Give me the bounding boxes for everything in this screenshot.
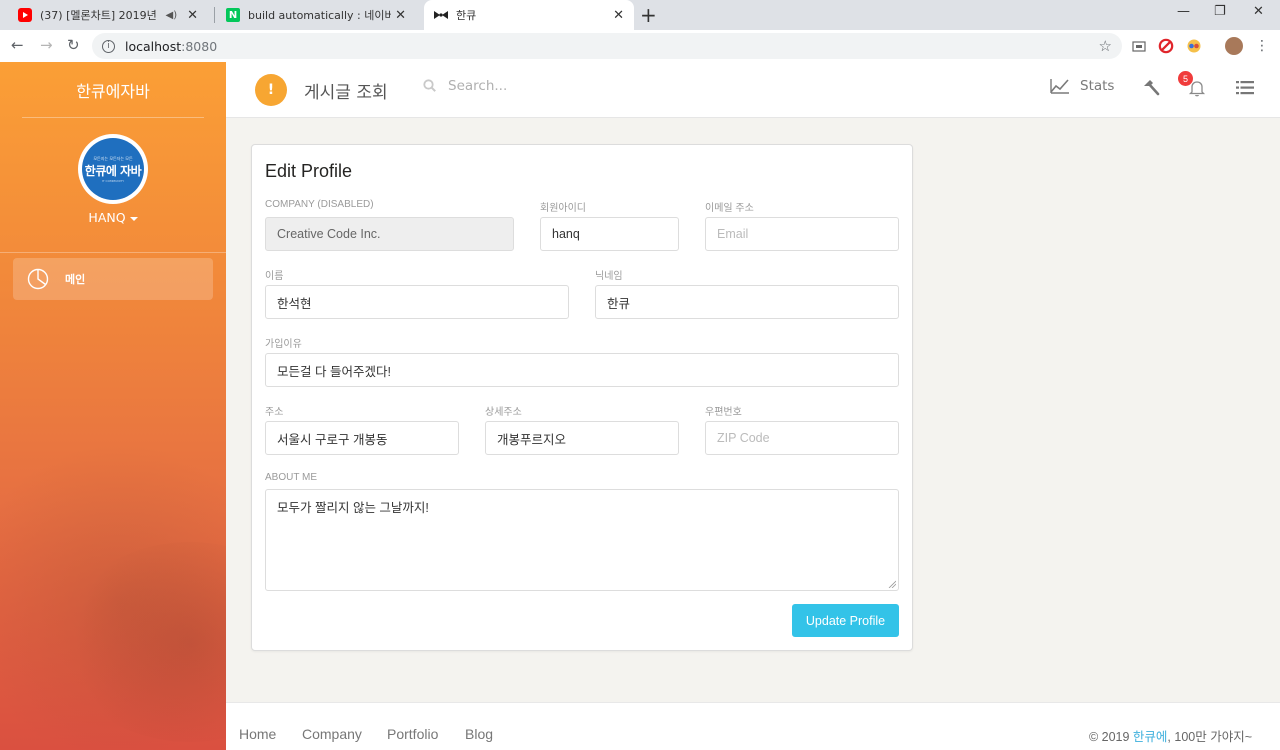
tab-strip: (37) [멜론차트] 2019년 11월 ◀) ✕ N build autom… (0, 0, 1280, 30)
footer: Home Company Portfolio Blog © 2019 한큐에, … (226, 702, 1280, 750)
notification-bell-icon[interactable]: 5 (1178, 71, 1209, 100)
sidebar-item-main[interactable]: 메인 (13, 258, 213, 300)
userid-field[interactable]: hanq (540, 217, 679, 251)
reason-label: 가입이유 (265, 339, 302, 350)
copyright-prefix: © 2019 (1088, 730, 1133, 744)
menu-kebab-icon[interactable]: ⋮ (1254, 38, 1270, 54)
reason-field[interactable]: 모든걸 다 들어주겠다! (265, 353, 899, 387)
search-icon (423, 79, 436, 92)
profile-avatar-icon[interactable] (1225, 37, 1243, 55)
close-tab-icon[interactable]: ✕ (187, 8, 198, 23)
address-label: 주소 (265, 407, 284, 418)
minimize-icon[interactable]: — (1177, 4, 1190, 19)
card-title: Edit Profile (265, 161, 353, 181)
company-label: COMPANY (DISABLED) (265, 199, 374, 210)
browser-tab-melon[interactable]: (37) [멜론차트] 2019년 11월 ◀) ✕ (8, 0, 208, 30)
pie-chart-icon (27, 268, 49, 290)
avatar-small-text: 모든지는 모든자는 모든 (93, 155, 133, 161)
about-text: 모두가 짤리지 않는 그날까지! (277, 501, 429, 515)
company-field: Creative Code Inc. (265, 217, 514, 251)
cast-icon[interactable] (1131, 38, 1147, 54)
line-chart-icon (1050, 79, 1069, 94)
stats-link[interactable]: Stats (1050, 78, 1114, 94)
nickname-field[interactable]: 한큐 (595, 285, 899, 319)
new-tab-icon[interactable]: + (640, 3, 657, 27)
caret-down-icon (129, 216, 138, 221)
tab-title: (37) [멜론차트] 2019년 11월 (40, 9, 160, 22)
resize-handle-icon[interactable] (888, 580, 896, 588)
avatar-big-text: 한큐에 자바 (84, 163, 142, 178)
search-box (422, 78, 668, 94)
copyright-suffix: , 100만 가야지~ (1167, 730, 1252, 744)
top-navbar: ! 게시글 조회 Stats 5 (226, 62, 1280, 118)
edit-profile-card: Edit Profile COMPANY (DISABLED) Creative… (251, 144, 913, 651)
zip-label: 우편번호 (705, 407, 742, 418)
close-tab-icon[interactable]: ✕ (395, 8, 406, 23)
alert-icon[interactable]: ! (255, 74, 287, 106)
restore-icon[interactable]: ❐ (1214, 4, 1226, 19)
username-dropdown[interactable]: HANQ (0, 210, 226, 225)
back-icon[interactable]: ← (11, 36, 24, 54)
address-field[interactable]: 서울시 구로구 개봉동 (265, 421, 459, 455)
list-menu-icon[interactable] (1233, 76, 1257, 100)
block-icon[interactable] (1158, 38, 1174, 54)
address-bar[interactable]: i localhost:8080 ☆ (92, 33, 1122, 59)
reload-icon[interactable]: ↻ (67, 36, 80, 54)
hammer-icon[interactable] (1139, 76, 1163, 100)
footer-link-blog[interactable]: Blog (465, 726, 493, 742)
extension-icon[interactable] (1186, 38, 1202, 54)
bow-tie-icon (434, 8, 448, 22)
email-label: 이메일 주소 (705, 203, 754, 214)
browser-chrome: (37) [멜론차트] 2019년 11월 ◀) ✕ N build autom… (0, 0, 1280, 62)
url-host: localhost (125, 38, 182, 54)
sidebar: 한큐에자바 모든지는 모든자는 모든 한큐에 자바 IT COMMUNITY H… (0, 62, 226, 750)
tab-separator (214, 7, 215, 23)
copyright: © 2019 한큐에, 100만 가야지~ (1089, 726, 1252, 745)
avatar[interactable]: 모든지는 모든자는 모든 한큐에 자바 IT COMMUNITY (78, 134, 148, 204)
brand-logo-text[interactable]: 한큐에자바 (0, 62, 226, 118)
browser-toolbar: ← → ↻ i localhost:8080 ☆ ⋮ (0, 30, 1280, 62)
username-label: HANQ (88, 210, 126, 225)
bookmark-star-icon[interactable]: ☆ (1099, 37, 1112, 55)
browser-tab-hanq[interactable]: 한큐 ✕ (424, 0, 634, 30)
footer-link-company[interactable]: Company (302, 726, 362, 742)
about-label: ABOUT ME (265, 472, 318, 483)
forward-icon[interactable]: → (40, 36, 53, 54)
stats-label: Stats (1080, 78, 1115, 94)
detail-address-field[interactable]: 개봉푸르지오 (485, 421, 679, 455)
window-close-icon[interactable]: ✕ (1253, 4, 1264, 19)
naver-icon: N (226, 8, 240, 22)
search-input[interactable] (448, 78, 668, 94)
footer-link-portfolio[interactable]: Portfolio (387, 726, 438, 742)
detail-address-label: 상세주소 (485, 407, 522, 418)
name-field[interactable]: 한석현 (265, 285, 569, 319)
avatar-image: 모든지는 모든자는 모든 한큐에 자바 IT COMMUNITY (82, 138, 144, 200)
close-tab-icon[interactable]: ✕ (613, 8, 624, 23)
zip-field[interactable]: ZIP Code (705, 421, 899, 455)
youtube-icon (18, 8, 32, 22)
divider (0, 252, 226, 253)
email-field[interactable]: Email (705, 217, 899, 251)
avatar-tiny-text: IT COMMUNITY (101, 178, 125, 183)
copyright-link[interactable]: 한큐에 (1133, 730, 1168, 744)
browser-tab-naver[interactable]: N build automatically : 네이버 통합 ✕ (216, 0, 416, 30)
tab-title: 한큐 (456, 9, 477, 22)
notification-badge: 5 (1178, 71, 1193, 86)
footer-link-home[interactable]: Home (239, 726, 276, 742)
url-port: :8080 (181, 38, 218, 54)
update-profile-button[interactable]: Update Profile (792, 604, 899, 637)
tab-title: build automatically : 네이버 통합 (248, 9, 392, 22)
sidebar-item-label: 메인 (65, 273, 86, 286)
name-label: 이름 (265, 271, 284, 282)
info-icon[interactable]: i (102, 39, 115, 53)
about-textarea[interactable]: 모두가 짤리지 않는 그날까지! (265, 489, 899, 591)
userid-label: 회원아이디 (540, 203, 586, 214)
nickname-label: 닉네임 (595, 271, 623, 282)
page-title: 게시글 조회 (304, 83, 388, 103)
speaker-icon[interactable]: ◀) (166, 10, 178, 21)
divider (22, 117, 204, 118)
